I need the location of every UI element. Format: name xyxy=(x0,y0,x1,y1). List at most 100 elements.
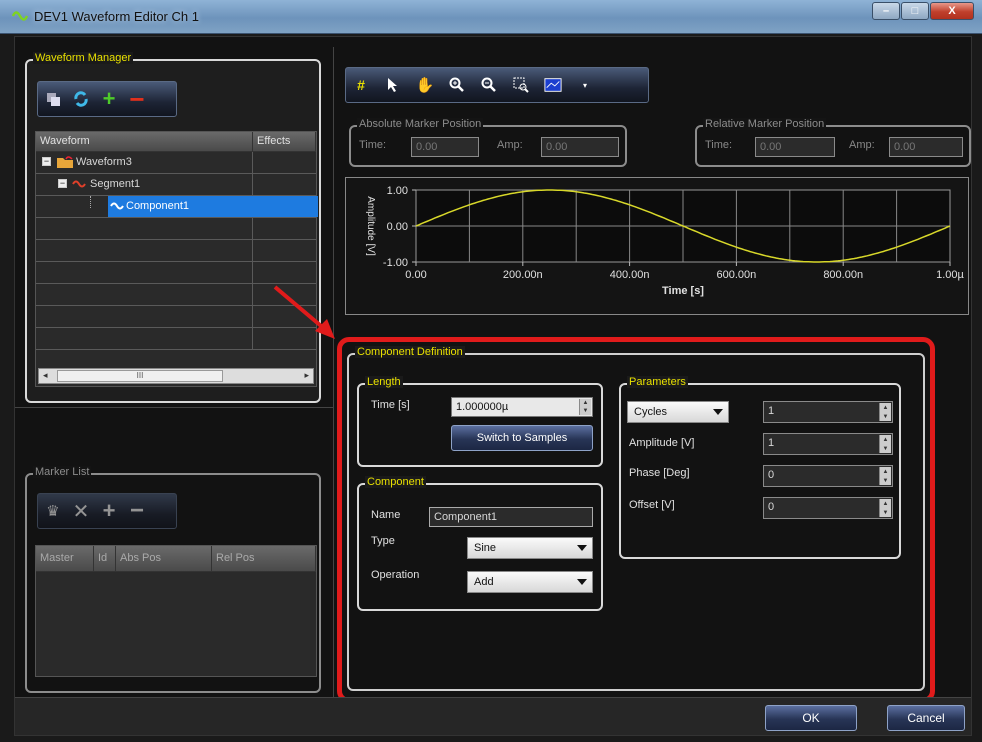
column-header-id[interactable]: Id xyxy=(94,546,116,571)
amplitude-field[interactable]: 1 ▲ ▼ xyxy=(763,433,893,455)
switch-to-samples-button[interactable]: Switch to Samples xyxy=(451,425,593,451)
waveform-manager-legend: Waveform Manager xyxy=(33,52,134,64)
component-definition-group: Component Definition Length Time [s] 1.0… xyxy=(347,346,925,691)
tree-row-waveform3[interactable]: − Waveform3 xyxy=(36,152,316,174)
relative-marker-group: Relative Marker Position Time: 0.00 Amp:… xyxy=(695,118,971,167)
add-icon[interactable]: + xyxy=(100,86,118,111)
offset-label: Offset [V] xyxy=(629,499,675,511)
component-group: Component Name Component1 Type Sine Oper… xyxy=(357,476,603,611)
title-bar: DEV1 Waveform Editor Ch 1 – □ X xyxy=(0,0,982,34)
column-header-rel-pos[interactable]: Rel Pos xyxy=(212,546,316,571)
component-definition-legend: Component Definition xyxy=(355,346,465,358)
abs-amp-field[interactable]: 0.00 xyxy=(541,137,619,157)
left-divider xyxy=(15,407,333,408)
component-operation-select[interactable]: Add xyxy=(467,571,593,593)
x-tick-label: 1.00µ xyxy=(936,269,964,281)
tree-label: Waveform3 xyxy=(76,156,132,168)
horizontal-scrollbar[interactable]: ◂ III ▸ xyxy=(38,368,314,384)
zoom-out-icon[interactable] xyxy=(480,76,498,94)
amplitude-label: Amplitude [V] xyxy=(629,437,695,449)
maximize-button[interactable]: □ xyxy=(901,2,929,20)
pan-hand-icon[interactable]: ✋ xyxy=(416,76,435,94)
ok-button[interactable]: OK xyxy=(765,705,857,731)
column-header-master[interactable]: Master xyxy=(36,546,94,571)
remove-icon[interactable]: − xyxy=(128,84,146,114)
y-tick-label: 1.00 xyxy=(387,185,408,197)
absolute-marker-group: Absolute Marker Position Time: 0.00 Amp:… xyxy=(349,118,627,167)
zoom-in-icon[interactable] xyxy=(448,76,466,94)
offset-spinner[interactable]: ▲ ▼ xyxy=(879,499,891,517)
marker-list-toolbar: ♛ ✕ + − xyxy=(37,493,177,529)
cycles-field[interactable]: 1 ▲ ▼ xyxy=(763,401,893,423)
delete-icon[interactable]: ✕ xyxy=(72,501,90,523)
y-tick-label: -1.00 xyxy=(383,257,408,269)
column-header-abs-pos[interactable]: Abs Pos xyxy=(116,546,212,571)
abs-time-field[interactable]: 0.00 xyxy=(411,137,479,157)
length-legend: Length xyxy=(365,376,403,388)
waveform-manager-toolbar: + − xyxy=(37,81,177,117)
folder-icon xyxy=(57,156,73,168)
tree-label: Component1 xyxy=(126,200,189,212)
add-icon[interactable]: + xyxy=(100,498,118,523)
x-axis-label: Time [s] xyxy=(662,285,704,297)
zoom-fit-icon[interactable] xyxy=(512,76,530,94)
length-time-field[interactable]: 1.000000µ ▲ ▼ xyxy=(451,397,593,417)
x-tick-label: 400.00n xyxy=(610,269,650,281)
marker-list-group: Marker List ♛ ✕ + − Master Id Abs Pos Re… xyxy=(25,466,321,693)
scroll-right-icon[interactable]: ▸ xyxy=(304,370,309,381)
remove-icon[interactable]: − xyxy=(128,497,146,524)
collapse-toggle[interactable]: − xyxy=(42,157,51,166)
tree-row-segment1[interactable]: − Segment1 xyxy=(36,174,316,196)
rel-amp-label: Amp: xyxy=(849,139,875,151)
segment-icon xyxy=(72,180,86,188)
waveform-chart[interactable]: 0.00 200.00n 400.00n 600.00n 800.00n 1.00µ 1.0… xyxy=(346,178,970,316)
collapse-toggle[interactable]: − xyxy=(58,179,67,188)
abs-amp-label: Amp: xyxy=(497,139,523,151)
close-button[interactable]: X xyxy=(930,2,974,20)
chevron-down-icon[interactable]: ▾ xyxy=(576,76,594,94)
chevron-down-icon xyxy=(713,409,723,415)
phase-label: Phase [Deg] xyxy=(629,467,690,479)
x-tick-label: 0.00 xyxy=(405,269,426,281)
crown-icon[interactable]: ♛ xyxy=(44,502,62,520)
component-name-label: Name xyxy=(371,509,401,521)
window-client: Waveform Manager + − Waveform Effects − xyxy=(14,36,972,736)
tree-row-component1[interactable]: Component1 xyxy=(36,196,318,218)
y-axis-label: Amplitude [V] xyxy=(365,196,376,256)
length-spinner[interactable]: ▲ ▼ xyxy=(579,399,591,415)
minimize-button[interactable]: – xyxy=(872,2,900,20)
cycles-select[interactable]: Cycles xyxy=(627,401,729,423)
vertical-divider xyxy=(333,47,334,697)
chart-view-icon[interactable] xyxy=(544,76,562,94)
chevron-down-icon xyxy=(577,545,587,551)
cycles-spinner[interactable]: ▲ ▼ xyxy=(879,403,891,421)
parameters-group: Parameters Cycles 1 ▲ ▼ Amplitude [V] 1 ▲… xyxy=(619,376,901,559)
rel-time-field[interactable]: 0.00 xyxy=(755,137,835,157)
pointer-icon[interactable] xyxy=(384,76,402,94)
waveform-manager-group: Waveform Manager + − Waveform Effects − xyxy=(25,52,321,403)
app-icon xyxy=(12,11,28,21)
chevron-down-icon xyxy=(577,579,587,585)
annotation-arrow-icon xyxy=(273,285,335,339)
offset-field[interactable]: 0 ▲ ▼ xyxy=(763,497,893,519)
refresh-icon[interactable] xyxy=(72,90,90,108)
relative-marker-legend: Relative Marker Position xyxy=(703,118,827,130)
length-time-label: Time [s] xyxy=(371,399,410,411)
amplitude-spinner[interactable]: ▲ ▼ xyxy=(879,435,891,453)
absolute-marker-legend: Absolute Marker Position xyxy=(357,118,484,130)
window-title: DEV1 Waveform Editor Ch 1 xyxy=(34,9,199,24)
column-header-effects[interactable]: Effects xyxy=(253,132,316,151)
rel-amp-field[interactable]: 0.00 xyxy=(889,137,963,157)
scroll-thumb[interactable]: III xyxy=(57,370,223,382)
x-tick-label: 800.00n xyxy=(823,269,863,281)
component-type-label: Type xyxy=(371,535,395,547)
grid-icon[interactable]: # xyxy=(352,76,370,94)
phase-spinner[interactable]: ▲ ▼ xyxy=(879,467,891,485)
copy-icon[interactable] xyxy=(44,90,62,108)
column-header-waveform[interactable]: Waveform xyxy=(36,132,253,151)
scroll-left-icon[interactable]: ◂ xyxy=(43,370,48,381)
component-name-field[interactable]: Component1 xyxy=(429,507,593,527)
cancel-button[interactable]: Cancel xyxy=(887,705,965,731)
component-type-select[interactable]: Sine xyxy=(467,537,593,559)
phase-field[interactable]: 0 ▲ ▼ xyxy=(763,465,893,487)
